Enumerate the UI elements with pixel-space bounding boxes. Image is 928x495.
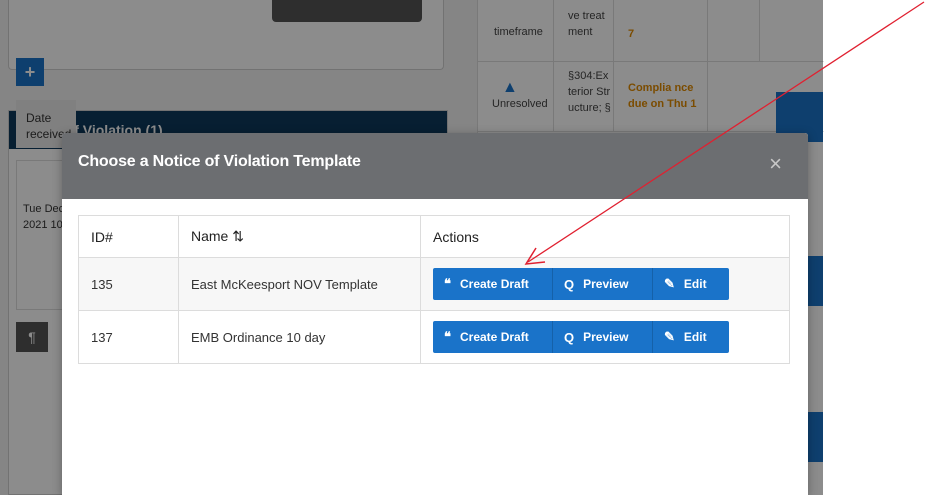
column-header-id[interactable]: ID#: [78, 215, 179, 258]
template-id: 135: [78, 257, 179, 311]
template-name: EMB Ordinance 10 day: [178, 310, 421, 364]
edit-icon: ✎: [664, 276, 675, 291]
template-name: East McKeesport NOV Template: [178, 257, 421, 311]
edit-button[interactable]: ✎ Edit: [653, 321, 729, 353]
edit-icon: ✎: [664, 329, 675, 344]
preview-button[interactable]: Q Preview: [553, 268, 653, 300]
column-header-actions: Actions: [420, 215, 790, 258]
actions-cell: ❝ Create Draft Q Preview ✎ Edit: [420, 257, 790, 311]
search-icon: Q: [564, 329, 575, 345]
dialog-header: Choose a Notice of Violation Template ×: [62, 133, 808, 199]
templates-table: ID# Name ⇅ Actions 135 East McKeesport N…: [78, 215, 790, 364]
close-icon[interactable]: ×: [769, 153, 782, 175]
table-header-row: ID# Name ⇅ Actions: [78, 215, 790, 258]
edit-button[interactable]: ✎ Edit: [653, 268, 729, 300]
column-header-name[interactable]: Name ⇅: [178, 215, 421, 258]
preview-label: Preview: [583, 330, 629, 344]
choose-nov-template-dialog: Choose a Notice of Violation Template × …: [62, 133, 808, 495]
table-row: 135 East McKeesport NOV Template ❝ Creat…: [78, 257, 790, 311]
dialog-title: Choose a Notice of Violation Template: [78, 153, 361, 170]
search-icon: Q: [564, 276, 575, 292]
create-draft-button[interactable]: ❝ Create Draft: [433, 321, 553, 353]
preview-label: Preview: [583, 277, 629, 291]
quote-icon: ❝: [444, 329, 451, 344]
quote-icon: ❝: [444, 276, 451, 291]
preview-button[interactable]: Q Preview: [553, 321, 653, 353]
template-id: 137: [78, 310, 179, 364]
create-draft-button[interactable]: ❝ Create Draft: [433, 268, 553, 300]
edit-label: Edit: [683, 330, 707, 344]
table-row: 137 EMB Ordinance 10 day ❝ Create Draft …: [78, 310, 790, 364]
actions-cell: ❝ Create Draft Q Preview ✎ Edit: [420, 310, 790, 364]
edit-label: Edit: [683, 277, 707, 291]
page-margin: [823, 0, 928, 495]
create-draft-label: Create Draft: [460, 277, 529, 291]
create-draft-label: Create Draft: [460, 330, 529, 344]
